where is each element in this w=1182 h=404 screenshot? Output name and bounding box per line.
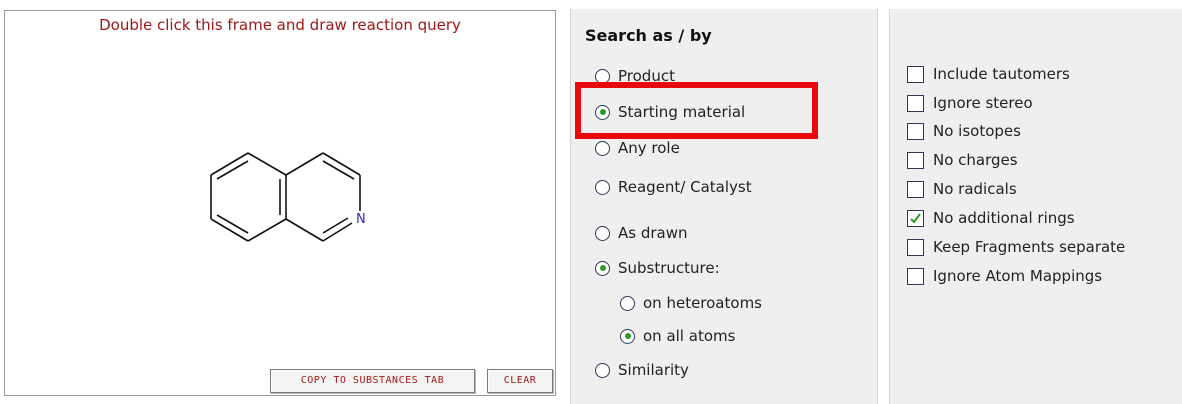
- radio-label: on all atoms: [643, 327, 736, 345]
- checkbox-label: Include tautomers: [933, 65, 1070, 83]
- highlight-annotation-box: [575, 82, 818, 139]
- checkbox-label: Ignore Atom Mappings: [933, 267, 1103, 285]
- checkbox[interactable]: [907, 65, 924, 83]
- checkbox[interactable]: [907, 238, 924, 256]
- checkbox[interactable]: [907, 151, 924, 169]
- checkbox-include-tautomers[interactable]: Include tautomers: [907, 65, 1070, 83]
- checkbox-checked[interactable]: [907, 209, 924, 227]
- search-as-panel: Search as / by Product Starting material…: [570, 9, 878, 404]
- search-as-heading: Search as / by: [585, 26, 712, 45]
- radio-any-role[interactable]: Any role: [595, 139, 680, 157]
- radio-on-heteroatoms[interactable]: on heteroatoms: [620, 294, 762, 312]
- radio-button[interactable]: [620, 295, 635, 311]
- radio-button[interactable]: [595, 225, 610, 241]
- checkbox-no-isotopes[interactable]: No isotopes: [907, 122, 1021, 140]
- checkbox[interactable]: [907, 94, 924, 112]
- radio-button[interactable]: [595, 179, 610, 195]
- isoquinoline-structure: [210, 152, 361, 242]
- nitrogen-atom-label: N: [356, 212, 366, 227]
- radio-as-drawn[interactable]: As drawn: [595, 224, 688, 242]
- radio-button-selected[interactable]: [595, 260, 610, 276]
- checkbox-keep-fragments-separate[interactable]: Keep Fragments separate: [907, 238, 1125, 256]
- checkbox-label: Ignore stereo: [933, 94, 1033, 112]
- checkbox-label: No radicals: [933, 180, 1017, 198]
- radio-on-all-atoms[interactable]: on all atoms: [620, 327, 735, 345]
- radio-similarity[interactable]: Similarity: [595, 361, 689, 379]
- clear-button[interactable]: CLEAR: [487, 369, 553, 393]
- radio-label: Reagent/ Catalyst: [618, 178, 752, 196]
- radio-label: on heteroatoms: [643, 294, 762, 312]
- radio-reagent-catalyst[interactable]: Reagent/ Catalyst: [595, 178, 752, 196]
- checkbox-ignore-atom-mappings[interactable]: Ignore Atom Mappings: [907, 267, 1102, 285]
- structure-editor-frame[interactable]: Double click this frame and draw reactio…: [4, 10, 556, 396]
- checkbox-no-charges[interactable]: No charges: [907, 151, 1018, 169]
- radio-label: As drawn: [618, 224, 688, 242]
- checkbox[interactable]: [907, 180, 924, 198]
- checkbox-label: No charges: [933, 151, 1018, 169]
- radio-label: Similarity: [618, 361, 689, 379]
- radio-button[interactable]: [595, 140, 610, 156]
- checkbox[interactable]: [907, 267, 924, 285]
- radio-substructure[interactable]: Substructure:: [595, 259, 720, 277]
- radio-button[interactable]: [595, 362, 610, 378]
- checkbox-label: No isotopes: [933, 122, 1021, 140]
- checkbox[interactable]: [907, 122, 924, 140]
- checkbox-no-radicals[interactable]: No radicals: [907, 180, 1017, 198]
- radio-label: Substructure:: [618, 259, 720, 277]
- checkbox-no-additional-rings[interactable]: No additional rings: [907, 209, 1075, 227]
- radio-button-selected[interactable]: [620, 328, 635, 344]
- search-options-panel: Include tautomers Ignore stereo No isoto…: [889, 9, 1182, 404]
- radio-label: Any role: [618, 139, 680, 157]
- checkbox-label: Keep Fragments separate: [933, 238, 1126, 256]
- checkmark-icon: [910, 212, 921, 224]
- copy-to-substances-tab-button[interactable]: COPY TO SUBSTANCES TAB: [270, 369, 475, 393]
- checkbox-ignore-stereo[interactable]: Ignore stereo: [907, 94, 1033, 112]
- checkbox-label: No additional rings: [933, 209, 1075, 227]
